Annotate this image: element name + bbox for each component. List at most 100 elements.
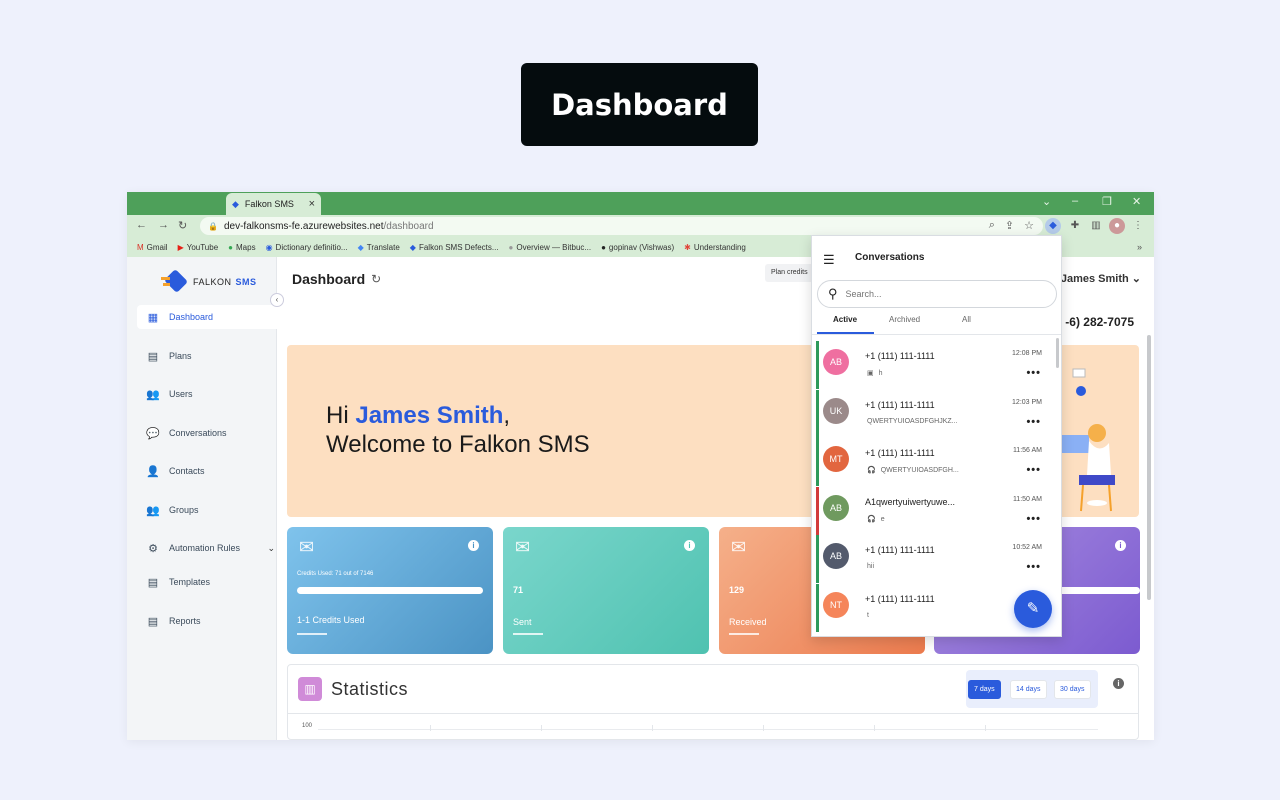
sidebar-item-contacts[interactable]: 👤 Contacts (137, 459, 277, 483)
range-30-days[interactable]: 30 days (1054, 680, 1091, 699)
bookmark-favicon-icon: ● (601, 242, 606, 252)
restore-icon[interactable]: ❐ (1102, 195, 1112, 208)
forward-icon[interactable]: → (158, 219, 169, 231)
conversation-item[interactable]: AB A1qwertyuiwertyuwe... 🎧 e 11:50 AM ••• (816, 486, 1056, 535)
bookmark-item[interactable]: ● Overview — Bitbuc... (509, 243, 592, 252)
bookmark-item[interactable]: ● Maps (228, 243, 255, 252)
address-bar[interactable]: 🔒 dev-falkonsms-fe.azurewebsites.net/das… (200, 217, 1043, 235)
bookmark-favicon-icon: ● (508, 242, 514, 252)
preview-text: hii (867, 563, 875, 570)
chevron-down-icon[interactable]: ⌄ (1042, 195, 1051, 208)
back-icon[interactable]: ← (136, 219, 147, 231)
avatar: AB (823, 349, 849, 375)
bookmark-item[interactable]: ✱ Understanding (684, 243, 746, 252)
bookmark-item[interactable]: M Gmail (137, 243, 168, 252)
sidebar-item-label: Templates (169, 577, 211, 587)
profile-avatar-icon[interactable]: ● (1109, 218, 1125, 234)
greeting: Hi James Smith, (326, 402, 510, 430)
avatar: AB (823, 494, 849, 521)
conversation-item[interactable]: MT +1 (111) 111-1111 🎧 QWERTYUIOASDFGH... 11… (816, 438, 1056, 486)
sidebar-item-dashboard[interactable]: ▦ Dashboard (137, 305, 277, 329)
info-icon[interactable]: i (468, 540, 479, 551)
hamburger-menu-icon[interactable]: ☰ (823, 252, 835, 268)
share-icon[interactable]: ⇪ (1005, 219, 1014, 232)
search-input[interactable] (845, 289, 1026, 299)
bookmark-item[interactable]: ◉ Dictionary definitio... (266, 243, 348, 252)
sidebar-item-reports[interactable]: ▤ Reports (137, 609, 277, 633)
minimize-icon[interactable]: – (1072, 195, 1078, 207)
conversation-search[interactable]: ⚲ (817, 280, 1057, 308)
bookmark-label: Translate (366, 242, 400, 252)
chevron-down-icon[interactable]: ⌄ (267, 543, 275, 554)
conversation-preview: ▣ h (867, 369, 883, 377)
falkon-extension-icon[interactable]: ◆ (1045, 218, 1061, 234)
plan-credits-pill[interactable]: Plan credits (765, 264, 814, 282)
range-14-days[interactable]: 14 days (1010, 680, 1047, 699)
close-window-icon[interactable]: ✕ (1132, 195, 1141, 208)
sidebar-item-label: Groups (169, 505, 199, 515)
conversation-item[interactable]: UK +1 (111) 111-1111 QWERTYUIOASDFGHJKZ...… (816, 389, 1056, 438)
kebab-menu-icon[interactable]: ⋮ (1130, 218, 1146, 234)
bookmark-item[interactable]: ◆ Falkon SMS Defects... (410, 243, 499, 252)
logo-sms: SMS (235, 277, 257, 287)
falkon-logo[interactable]: FALKON SMS (161, 268, 257, 294)
conversations-popup: ☰ Conversations ⚲ Active Archived All AB… (811, 235, 1062, 637)
tab-active[interactable]: Active (833, 315, 857, 324)
credits-card-subtitle: 1-1 Credits Used (297, 615, 365, 625)
info-icon[interactable]: i (1115, 540, 1126, 551)
collapse-sidebar-icon[interactable]: ‹ (270, 293, 284, 307)
stats-divider (288, 713, 1138, 714)
sidebar-item-groups[interactable]: 👥 Groups (137, 498, 277, 522)
document-icon: ▤ (147, 350, 159, 363)
sidebar-item-label: Contacts (169, 466, 205, 476)
conversation-item[interactable]: AB +1 (111) 111-1111 ▣ h 12:08 PM ••• (816, 341, 1056, 389)
conversation-time: 12:08 PM (1012, 350, 1042, 357)
range-7-days[interactable]: 7 days (968, 680, 1001, 699)
sidebar-item-plans[interactable]: ▤ Plans (137, 344, 277, 368)
sidebar: FALKON SMS ▦ Dashboard ▤ Plans 👥 Users 💬 Conver… (127, 257, 277, 740)
bookmarks-more-icon[interactable]: » (1137, 242, 1142, 252)
info-icon[interactable]: i (684, 540, 695, 551)
refresh-icon[interactable]: ↻ (371, 272, 381, 286)
bookmark-item[interactable]: ◆ Translate (358, 243, 400, 252)
more-options-icon[interactable]: ••• (1026, 464, 1041, 476)
sidepanel-icon[interactable]: ▥ (1088, 218, 1104, 234)
more-options-icon[interactable]: ••• (1026, 367, 1041, 379)
preview-text: h (878, 370, 883, 377)
sidebar-item-automation-rules[interactable]: ⚙ Automation Rules ⌄ (137, 536, 277, 560)
more-options-icon[interactable]: ••• (1026, 513, 1041, 525)
sidebar-item-label: Users (169, 389, 193, 399)
sidebar-item-conversations[interactable]: 💬 Conversations (137, 421, 277, 445)
compose-message-button[interactable]: ✎ (1014, 590, 1052, 628)
user-menu[interactable]: James Smith ⌄ (1061, 272, 1141, 285)
more-options-icon[interactable]: ••• (1026, 416, 1041, 428)
tab-close-icon[interactable]: × (309, 198, 315, 210)
page-scrollbar[interactable] (1147, 335, 1151, 600)
group-icon: 👥 (146, 504, 160, 517)
conversation-item[interactable]: AB +1 (111) 111-1111 hii 10:52 AM ••• (816, 535, 1056, 583)
conversation-name: +1 (111) 111-1111 (865, 448, 935, 458)
headset-icon: 🎧 (867, 515, 876, 523)
bookmark-item[interactable]: ● gopinav (Vishwas) (601, 243, 674, 252)
status-stripe (816, 389, 819, 438)
info-icon[interactable]: i (1113, 678, 1124, 689)
sidebar-item-users[interactable]: 👥 Users (137, 382, 277, 406)
puzzle-icon[interactable]: ✚ (1067, 218, 1083, 234)
tab-all[interactable]: All (962, 315, 971, 324)
popup-scrollbar[interactable] (1056, 338, 1059, 368)
sidebar-item-templates[interactable]: ▤ Templates (137, 570, 277, 594)
star-icon[interactable]: ☆ (1024, 219, 1034, 232)
credits-used-text: Credits Used: 71 out of 7146 (297, 571, 374, 577)
range-selector: 7 days 14 days 30 days (966, 670, 1098, 708)
browser-tab[interactable]: ◆ Falkon SMS × (226, 193, 321, 215)
conversation-name: +1 (111) 111-1111 (865, 593, 935, 604)
more-options-icon[interactable]: ••• (1026, 561, 1041, 573)
users-icon: 👥 (146, 388, 160, 401)
zoom-icon[interactable]: ⌕ (989, 219, 995, 232)
tab-archived[interactable]: Archived (889, 315, 920, 324)
conversation-preview: t (867, 612, 869, 619)
sidebar-item-label: Conversations (169, 428, 227, 438)
reload-icon[interactable]: ↻ (178, 219, 187, 232)
gear-icon: ⚙ (148, 542, 158, 555)
bookmark-item[interactable]: ▶ YouTube (178, 243, 219, 252)
